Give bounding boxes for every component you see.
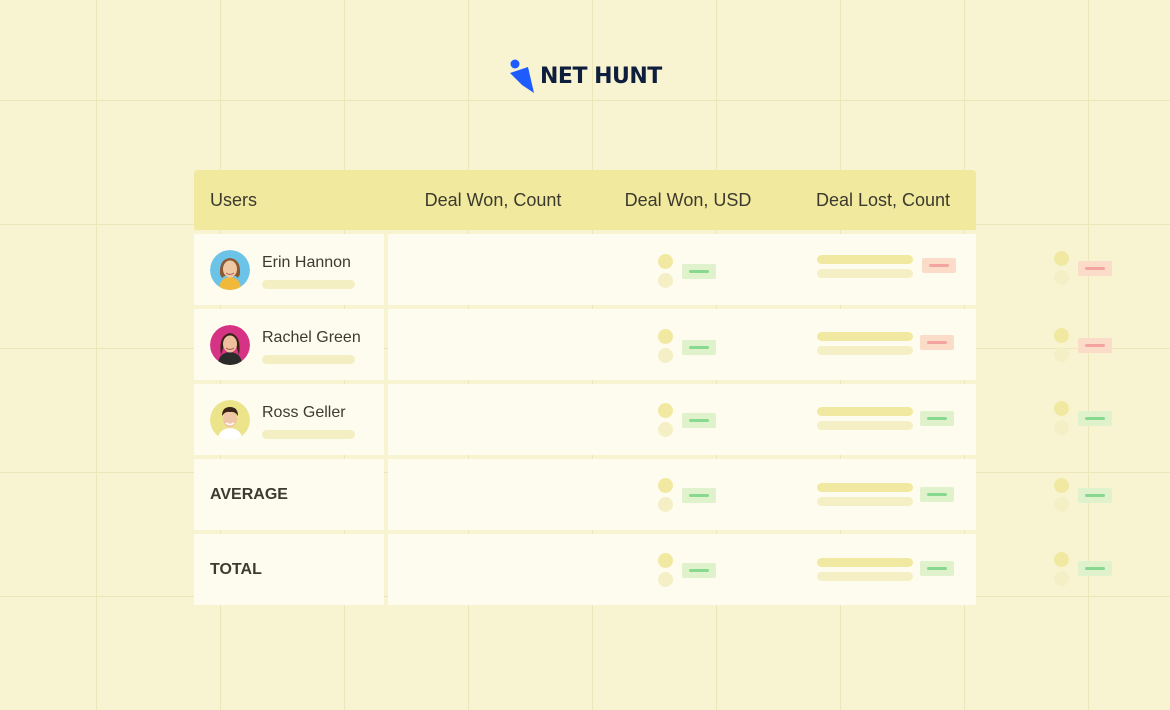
avatar [210,250,250,290]
nethunt-logo: NET HUNT [508,58,662,94]
placeholder-dot [1054,270,1069,285]
column-header-deal-won-count[interactable]: Deal Won, Count [388,170,598,230]
column-header-users[interactable]: Users [210,170,257,230]
summary-label-total: TOTAL [210,561,262,578]
placeholder-bar [817,269,913,278]
positive-indicator [1078,411,1112,426]
avatar-rachel-icon [210,325,250,365]
placeholder-dot [658,422,673,437]
placeholder-bar [817,255,913,264]
row-metrics [388,309,1112,380]
positive-indicator [682,563,716,578]
placeholder-dot [658,497,673,512]
user-cell: Ross Geller [194,384,384,455]
logo-wordmark: NET HUNT [540,63,662,89]
placeholder-bar [817,483,913,492]
user-name[interactable]: Erin Hannon [262,254,351,272]
placeholder-dot [1054,328,1069,343]
placeholder-dot [1054,552,1069,567]
summary-label-average: AVERAGE [210,486,288,503]
user-subtitle-placeholder [262,280,355,289]
placeholder-dot [1054,478,1069,493]
negative-indicator [1078,338,1112,353]
placeholder-bar [817,346,913,355]
positive-indicator [682,264,716,279]
placeholder-dot [658,254,673,269]
placeholder-dot [1054,401,1069,416]
negative-indicator [1078,261,1112,276]
row-metrics [388,459,1112,530]
avatar [210,325,250,365]
placeholder-dot [1054,497,1069,512]
table-row[interactable]: Erin Hannon [194,234,1112,305]
row-metrics [388,534,1112,605]
user-subtitle-placeholder [262,430,355,439]
user-name[interactable]: Ross Geller [262,404,346,422]
placeholder-dot [1054,571,1069,586]
nethunt-logo-icon [510,59,534,93]
negative-indicator [922,258,956,273]
table-header: Users Deal Won, Count Deal Won, USD Deal… [194,170,976,230]
positive-indicator [1078,488,1112,503]
positive-indicator [682,413,716,428]
placeholder-bar [817,332,913,341]
column-header-deal-won-usd[interactable]: Deal Won, USD [583,170,793,230]
column-header-deal-lost-count[interactable]: Deal Lost, Count [778,170,988,230]
placeholder-bar [817,497,913,506]
positive-indicator [682,340,716,355]
positive-indicator [682,488,716,503]
placeholder-dot [658,329,673,344]
row-metrics [388,234,1112,305]
avatar-ross-icon [210,400,250,440]
user-cell: Rachel Green [194,309,384,380]
placeholder-dot [1054,420,1069,435]
placeholder-dot [658,478,673,493]
user-cell: Erin Hannon [194,234,384,305]
placeholder-dot [658,273,673,288]
placeholder-bar [817,558,913,567]
placeholder-bar [817,421,913,430]
placeholder-bar [817,572,913,581]
negative-indicator [920,335,954,350]
row-metrics [388,384,1112,455]
table-row-total[interactable]: TOTAL [194,534,1112,605]
avatar [210,400,250,440]
user-name[interactable]: Rachel Green [262,329,361,347]
deals-report-table: Users Deal Won, Count Deal Won, USD Deal… [194,170,1112,605]
table-row[interactable]: Rachel Green [194,309,1112,380]
placeholder-dot [1054,347,1069,362]
placeholder-dot [658,348,673,363]
positive-indicator [920,411,954,426]
table-row-average[interactable]: AVERAGE [194,459,1112,530]
placeholder-dot [658,403,673,418]
placeholder-dot [658,572,673,587]
placeholder-dot [1054,251,1069,266]
table-row[interactable]: Ross Geller [194,384,1112,455]
positive-indicator [920,487,954,502]
summary-cell: AVERAGE [194,459,384,530]
positive-indicator [920,561,954,576]
positive-indicator [1078,561,1112,576]
user-subtitle-placeholder [262,355,355,364]
placeholder-dot [658,553,673,568]
summary-cell: TOTAL [194,534,384,605]
placeholder-bar [817,407,913,416]
avatar-erin-icon [210,250,250,290]
